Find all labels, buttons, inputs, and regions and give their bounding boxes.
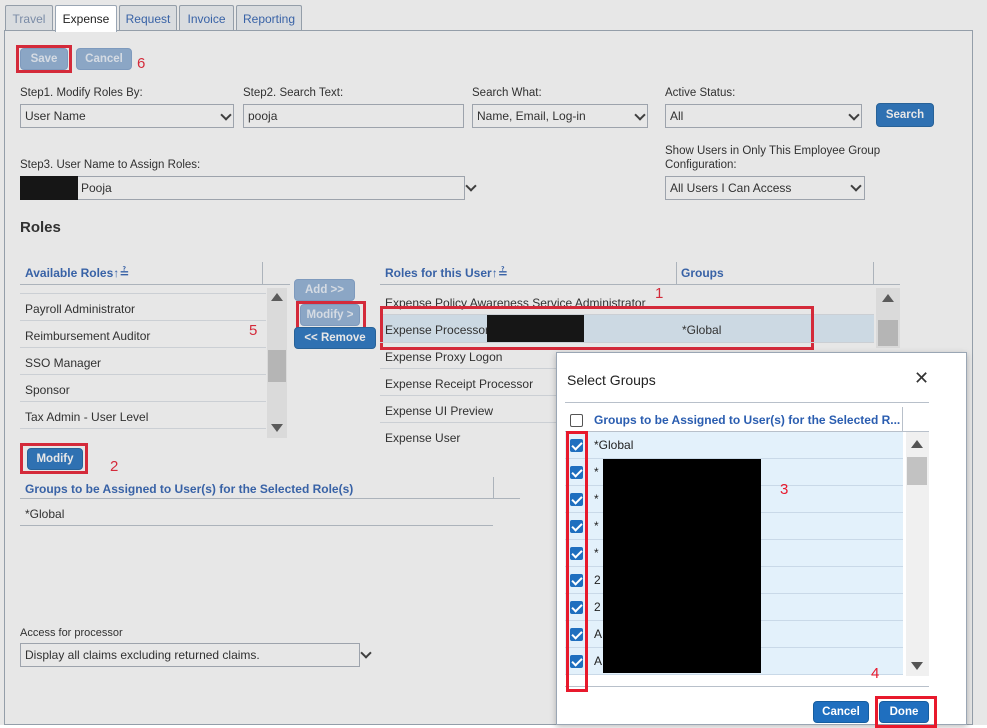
- group-name: A: [594, 627, 603, 641]
- annotation-3: 3: [780, 481, 789, 498]
- group-name: 2: [594, 573, 601, 587]
- group-name: *: [594, 546, 599, 560]
- group-checkbox[interactable]: [570, 574, 583, 587]
- group-checkbox[interactable]: [570, 655, 583, 668]
- group-name: *Global: [594, 438, 634, 452]
- dialog-cancel-button[interactable]: Cancel: [813, 701, 869, 723]
- divider: [902, 407, 903, 431]
- groups-column-header[interactable]: Groups to be Assigned to User(s) for the…: [594, 413, 900, 427]
- scroll-down-icon[interactable]: [911, 662, 923, 670]
- group-checkbox[interactable]: [570, 520, 583, 533]
- close-icon[interactable]: ✕: [914, 368, 929, 389]
- redacted-block: [603, 459, 761, 673]
- group-checkbox[interactable]: [570, 547, 583, 560]
- group-checkbox[interactable]: [570, 601, 583, 614]
- annotation-4: 4: [871, 665, 880, 682]
- scroll-up-icon[interactable]: [911, 440, 923, 448]
- scroll-thumb[interactable]: [907, 457, 927, 485]
- group-checkbox[interactable]: [570, 466, 583, 479]
- group-name: *: [594, 465, 599, 479]
- divider: [565, 686, 929, 687]
- group-checkbox[interactable]: [570, 439, 583, 452]
- divider: [565, 402, 929, 403]
- select-all-checkbox[interactable]: [570, 414, 583, 427]
- group-checkbox[interactable]: [570, 493, 583, 506]
- group-name: *: [594, 492, 599, 506]
- group-name: A: [594, 654, 603, 668]
- group-checkbox[interactable]: [570, 628, 583, 641]
- select-groups-dialog: Select Groups ✕ Groups to be Assigned to…: [556, 352, 967, 728]
- group-name: *: [594, 519, 599, 533]
- dialog-title: Select Groups: [567, 372, 656, 388]
- tab-expense[interactable]: Expense: [55, 5, 117, 32]
- group-name: 2: [594, 600, 601, 614]
- done-button[interactable]: Done: [879, 701, 929, 723]
